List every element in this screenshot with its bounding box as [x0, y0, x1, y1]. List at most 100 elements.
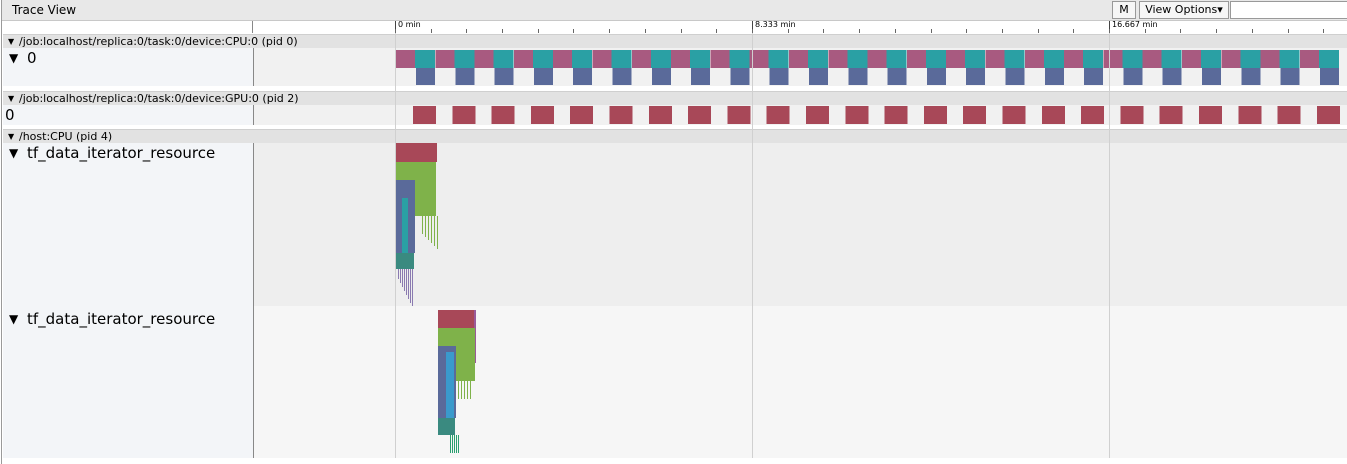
- trace-slice[interactable]: [428, 216, 429, 240]
- trace-slice[interactable]: [438, 310, 456, 328]
- cpu-step-slice[interactable]: [887, 68, 907, 85]
- trace-slice[interactable]: [470, 381, 471, 399]
- gpu-track[interactable]: [254, 105, 1347, 125]
- cpu-step-slice[interactable]: [1162, 68, 1182, 85]
- cpu-op-slice[interactable]: [946, 50, 966, 68]
- trace-slice[interactable]: [396, 162, 415, 180]
- trace-slice[interactable]: [396, 253, 414, 269]
- cpu-op-slice[interactable]: [1201, 50, 1221, 68]
- cpu-op-slice[interactable]: [631, 50, 651, 68]
- gpu-kernel-slice[interactable]: [1041, 106, 1065, 124]
- gpu-kernel-slice[interactable]: [1159, 106, 1183, 124]
- cpu-op-slice[interactable]: [1161, 50, 1182, 68]
- trace-slice[interactable]: [467, 381, 468, 399]
- cpu-op-slice[interactable]: [1024, 50, 1044, 68]
- trace-slice[interactable]: [415, 143, 437, 162]
- cpu-op-slice[interactable]: [1221, 50, 1241, 68]
- triangle-down-icon[interactable]: ▼: [8, 92, 14, 105]
- gpu-kernel-slice[interactable]: [963, 106, 987, 124]
- cpu-step-slice[interactable]: [691, 68, 711, 85]
- iterator-slices-2[interactable]: [438, 310, 476, 453]
- cpu-op-slice[interactable]: [768, 50, 789, 68]
- trace-slice[interactable]: [396, 143, 415, 162]
- cpu-op-slice[interactable]: [592, 50, 612, 68]
- cpu-step-slice[interactable]: [730, 68, 750, 85]
- cpu-step-slice[interactable]: [651, 68, 671, 85]
- cpu-op-slice[interactable]: [493, 50, 514, 68]
- gpu-kernel-slice[interactable]: [688, 106, 712, 124]
- trace-slice[interactable]: [404, 269, 405, 291]
- trace-slice[interactable]: [402, 198, 408, 258]
- cpu-op-slice[interactable]: [729, 50, 750, 68]
- cpu-step-slice[interactable]: [1241, 68, 1261, 85]
- cpu-step-slice[interactable]: [1044, 68, 1064, 85]
- triangle-down-icon[interactable]: ▼: [9, 312, 18, 326]
- thread-label-iterator-2[interactable]: ▼ tf_data_iterator_resource: [3, 306, 254, 458]
- cpu-op-slice[interactable]: [611, 50, 632, 68]
- cpu-op-slice[interactable]: [513, 50, 533, 68]
- trace-slice[interactable]: [452, 435, 453, 453]
- trace-slice[interactable]: [412, 269, 413, 306]
- trace-slice[interactable]: [456, 435, 457, 453]
- cpu-op-slice[interactable]: [847, 50, 868, 68]
- trace-slice[interactable]: [456, 310, 475, 328]
- cpu-step-slice[interactable]: [769, 68, 789, 85]
- triangle-down-icon[interactable]: ▼: [8, 35, 14, 48]
- cpu-op-slice[interactable]: [1240, 50, 1261, 68]
- trace-slice[interactable]: [415, 162, 436, 216]
- trace-slice[interactable]: [458, 435, 459, 453]
- gpu-kernel-slice[interactable]: [766, 106, 790, 124]
- cpu-op-slice[interactable]: [1064, 50, 1084, 68]
- trace-slice[interactable]: [425, 216, 426, 237]
- gpu-kernel-slice[interactable]: [1081, 106, 1105, 124]
- process-header-host[interactable]: ▼ /host:CPU (pid 4): [3, 129, 1347, 143]
- trace-slice[interactable]: [406, 269, 407, 295]
- gpu-kernel-slice[interactable]: [413, 106, 436, 124]
- trace-slice[interactable]: [410, 269, 411, 303]
- trace-slice[interactable]: [450, 435, 451, 453]
- gpu-kernel-slice[interactable]: [845, 106, 869, 124]
- gpu-kernel-slice[interactable]: [530, 106, 554, 124]
- gpu-kernel-slice[interactable]: [1277, 106, 1301, 124]
- gpu-kernel-slice[interactable]: [1120, 106, 1144, 124]
- trace-slice[interactable]: [408, 269, 409, 299]
- cpu-step-slice[interactable]: [573, 68, 593, 85]
- gpu-slices[interactable]: [413, 106, 1340, 124]
- cpu-op-slice[interactable]: [789, 50, 808, 68]
- trace-slice[interactable]: [438, 418, 455, 435]
- cpu-op-slice[interactable]: [572, 50, 593, 68]
- process-header-gpu[interactable]: ▼ /job:localhost/replica:0/task:0/device…: [3, 91, 1347, 105]
- cpu-op-slice[interactable]: [671, 50, 691, 68]
- trace-slice[interactable]: [431, 216, 432, 243]
- triangle-down-icon[interactable]: ▼: [8, 130, 14, 143]
- cpu-op-slice[interactable]: [886, 50, 907, 68]
- cpu-step-slice[interactable]: [966, 68, 986, 85]
- cpu-step-slice[interactable]: [533, 68, 553, 85]
- cpu-op-slice[interactable]: [925, 50, 946, 68]
- cpu-op-slice[interactable]: [532, 50, 553, 68]
- trace-slice[interactable]: [434, 216, 435, 246]
- cpu-op-slice[interactable]: [1260, 50, 1280, 68]
- cpu-op-slice[interactable]: [1279, 50, 1300, 68]
- gpu-kernel-slice[interactable]: [570, 106, 594, 124]
- cpu-op-slice[interactable]: [650, 50, 671, 68]
- cpu-op-slice[interactable]: [906, 50, 926, 68]
- gpu-kernel-slice[interactable]: [609, 106, 633, 124]
- iterator-track-1[interactable]: [254, 143, 1347, 306]
- thread-label-iterator-1[interactable]: ▼ tf_data_iterator_resource: [3, 143, 254, 306]
- trace-slice[interactable]: [458, 381, 459, 399]
- gpu-kernel-slice[interactable]: [491, 106, 515, 124]
- cpu-step-slice[interactable]: [926, 68, 946, 85]
- gpu-kernel-slice[interactable]: [648, 106, 672, 124]
- cpu-track[interactable]: [254, 48, 1347, 86]
- cpu-op-slice[interactable]: [435, 50, 455, 68]
- cpu-step-slice[interactable]: [455, 68, 475, 85]
- trace-slice[interactable]: [437, 216, 438, 249]
- thread-label-gpu-0[interactable]: 0: [3, 105, 254, 125]
- trace-slice[interactable]: [454, 435, 455, 453]
- cpu-step-slice[interactable]: [1005, 68, 1025, 85]
- cpu-slices-row1[interactable]: [396, 50, 1339, 68]
- cpu-step-slice[interactable]: [848, 68, 868, 85]
- m-button[interactable]: M: [1112, 1, 1136, 19]
- cpu-step-slice[interactable]: [1280, 68, 1300, 85]
